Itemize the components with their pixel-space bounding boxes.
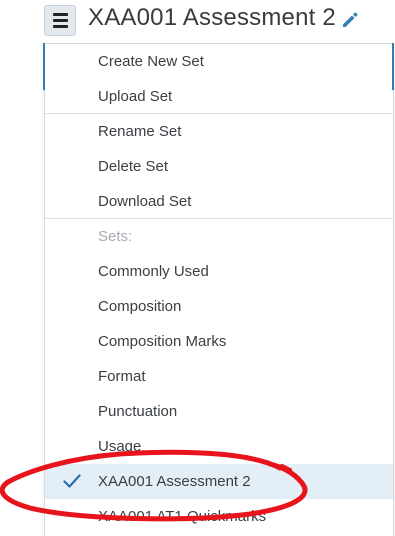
set-item-usage[interactable]: Usage [45, 429, 393, 464]
set-item-label: Format [98, 368, 146, 385]
sets-heading: Sets: [45, 219, 393, 254]
set-item-xaa001-at1-quickmarks[interactable]: XAA001 AT1 Quickmarks [45, 499, 393, 534]
checkmark-icon [63, 474, 81, 488]
set-menu-dropdown: Create New Set Upload Set Rename Set Del… [44, 43, 394, 536]
menu-item-upload-set[interactable]: Upload Set [45, 79, 393, 114]
menu-item-label: Rename Set [98, 123, 182, 140]
menu-item-label: Download Set [98, 193, 192, 210]
sets-heading-label: Sets: [98, 228, 133, 245]
set-item-label: Commonly Used [98, 263, 209, 280]
set-item-composition-marks[interactable]: Composition Marks [45, 324, 393, 359]
set-item-punctuation[interactable]: Punctuation [45, 394, 393, 429]
menu-item-create-new-set[interactable]: Create New Set [45, 44, 393, 79]
set-item-label: XAA001 AT1 Quickmarks [98, 508, 267, 525]
set-item-label: Punctuation [98, 403, 178, 420]
set-item-format[interactable]: Format [45, 359, 393, 394]
hamburger-menu-icon [53, 13, 68, 16]
accent-bar-left [43, 43, 45, 90]
set-item-label: Composition Marks [98, 333, 227, 350]
hamburger-menu-icon-bar [53, 25, 68, 28]
pencil-icon[interactable] [340, 10, 360, 30]
menu-item-label: Create New Set [98, 53, 204, 70]
set-item-label: Usage [98, 438, 142, 455]
menu-item-download-set[interactable]: Download Set [45, 184, 393, 219]
set-item-commonly-used[interactable]: Commonly Used [45, 254, 393, 289]
set-item-composition[interactable]: Composition [45, 289, 393, 324]
set-item-label: Composition [98, 298, 182, 315]
menu-item-label: Upload Set [98, 88, 173, 105]
menu-item-delete-set[interactable]: Delete Set [45, 149, 393, 184]
menu-item-label: Delete Set [98, 158, 169, 175]
header: XAA001 Assessment 2 [0, 0, 395, 42]
set-item-label: XAA001 Assessment 2 [98, 473, 251, 490]
menu-button[interactable] [44, 5, 76, 36]
hamburger-menu-icon-bar [53, 19, 68, 22]
page: XAA001 Assessment 2 Create New Set Uploa… [0, 0, 395, 536]
menu-item-rename-set[interactable]: Rename Set [45, 114, 393, 149]
page-title: XAA001 Assessment 2 [88, 4, 336, 31]
set-item-xaa001-assessment-2[interactable]: XAA001 Assessment 2 [45, 464, 393, 499]
accent-bar-right [392, 43, 394, 90]
